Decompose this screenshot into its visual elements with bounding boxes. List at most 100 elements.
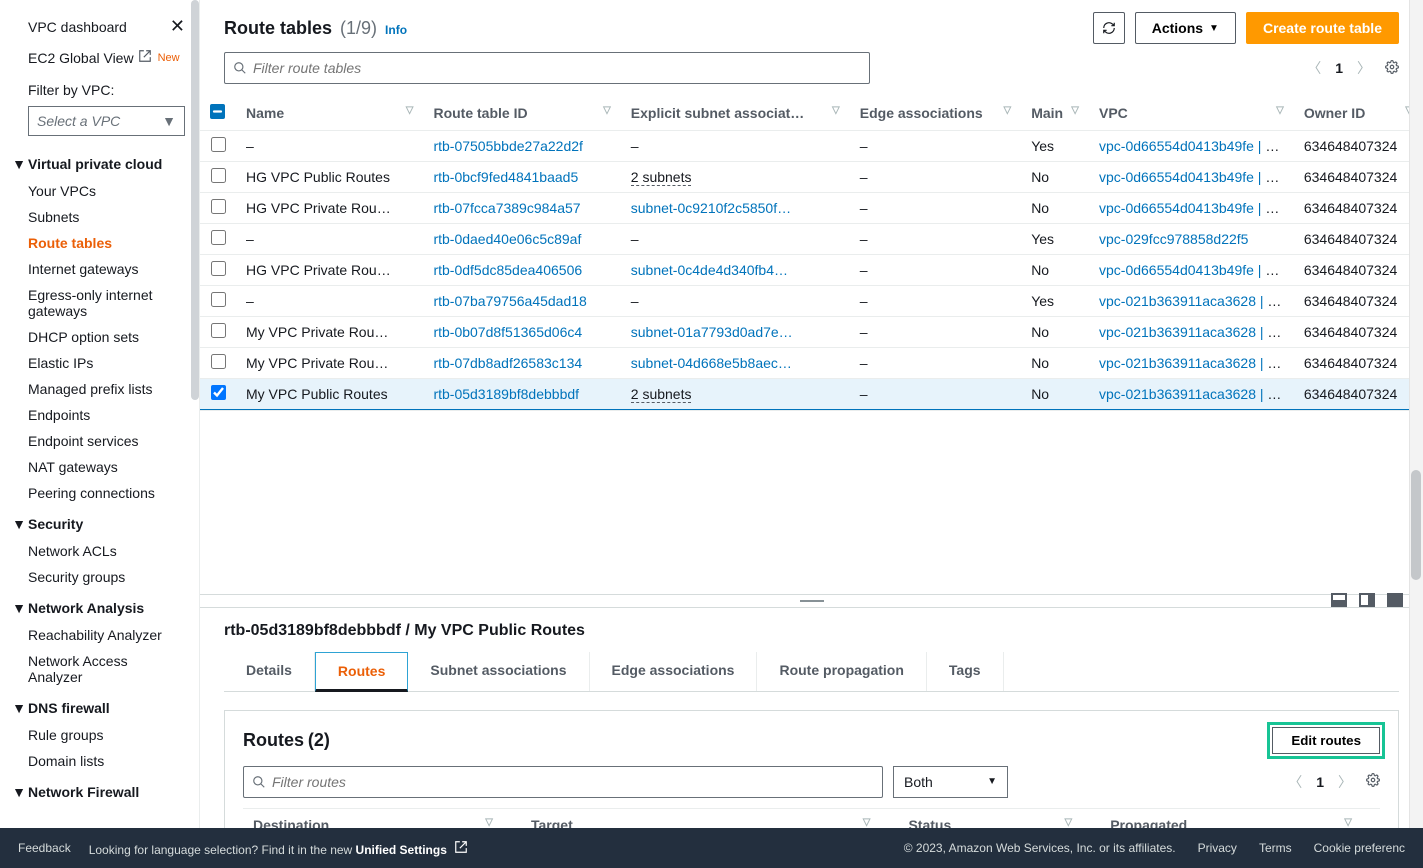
route-table-id-link[interactable]: rtb-07505bbde27a22d2f [433, 138, 582, 154]
table-row[interactable]: HG VPC Private Rou…rtb-07fcca7389c984a57… [200, 193, 1423, 224]
route-table-id-link[interactable]: rtb-07ba79756a45dad18 [433, 293, 586, 309]
nav-item[interactable]: Managed prefix lists [0, 376, 199, 402]
filter-input[interactable] [253, 60, 861, 76]
vpc-link[interactable]: vpc-0d66554d0413b49fe | HG… [1099, 200, 1294, 216]
column-header[interactable]: VPC▽ [1089, 96, 1294, 131]
nav-item[interactable]: Endpoint services [0, 428, 199, 454]
nav-item[interactable]: Route tables [0, 230, 199, 256]
terms-link[interactable]: Terms [1259, 841, 1292, 855]
table-row[interactable]: –rtb-07ba79756a45dad18––Yesvpc-021b36391… [200, 286, 1423, 317]
vpc-link[interactable]: vpc-0d66554d0413b49fe | HG… [1099, 262, 1294, 278]
vpc-link[interactable]: vpc-021b363911aca3628 | My… [1099, 293, 1294, 309]
row-checkbox[interactable] [211, 385, 226, 400]
nav-item[interactable]: NAT gateways [0, 454, 199, 480]
subnet-link[interactable]: 2 subnets [631, 386, 692, 403]
vpc-select[interactable]: Select a VPC ▼ [28, 106, 185, 136]
pane-splitter[interactable] [200, 594, 1423, 608]
unified-settings-link[interactable]: Unified Settings [356, 843, 447, 857]
nav-item[interactable]: Security groups [0, 564, 199, 590]
routes-settings-button[interactable] [1366, 773, 1380, 790]
route-table-id-link[interactable]: rtb-07db8adf26583c134 [433, 355, 582, 371]
refresh-button[interactable] [1093, 12, 1125, 44]
edit-routes-button[interactable]: Edit routes [1272, 727, 1380, 754]
subnet-id-link[interactable]: subnet-04d668e5b8aec… [631, 355, 792, 371]
route-table-id-link[interactable]: rtb-0bcf9fed4841baad5 [433, 169, 578, 185]
nav-item[interactable]: Endpoints [0, 402, 199, 428]
feedback-link[interactable]: Feedback [18, 841, 71, 855]
row-checkbox[interactable] [211, 230, 226, 245]
prev-page-button[interactable]: 〈 [1307, 58, 1321, 78]
main-scrollbar-thumb[interactable] [1411, 470, 1421, 580]
nav-item[interactable]: Network ACLs [0, 538, 199, 564]
vpc-link[interactable]: vpc-029fcc978858d22f5 [1099, 231, 1248, 247]
route-table-id-link[interactable]: rtb-0b07d8f51365d06c4 [433, 324, 582, 340]
actions-button[interactable]: Actions ▼ [1135, 12, 1236, 44]
nav-group-header[interactable]: ▼Network Analysis [0, 590, 199, 622]
close-icon[interactable]: ✕ [170, 16, 185, 37]
nav-item[interactable]: Reachability Analyzer [0, 622, 199, 648]
vpc-link[interactable]: vpc-021b363911aca3628 | My… [1099, 386, 1294, 402]
next-page-button[interactable]: 〉 [1357, 58, 1371, 78]
main-scrollbar-track[interactable] [1409, 0, 1423, 828]
info-link[interactable]: Info [385, 23, 407, 37]
route-table-id-link[interactable]: rtb-0df5dc85dea406506 [433, 262, 582, 278]
column-header[interactable]: Explicit subnet associat…▽ [621, 96, 850, 131]
nav-item[interactable]: DHCP option sets [0, 324, 199, 350]
route-column-header[interactable]: Propagated▽ [1100, 808, 1380, 828]
subnet-id-link[interactable]: subnet-0c9210f2c5850f… [631, 200, 791, 216]
vpc-link[interactable]: vpc-0d66554d0413b49fe | HG… [1099, 169, 1294, 185]
nav-item[interactable]: Rule groups [0, 722, 199, 748]
row-checkbox[interactable] [211, 261, 226, 276]
pane-bottom-button[interactable] [1331, 593, 1347, 607]
select-all-checkbox[interactable] [210, 104, 225, 119]
table-row[interactable]: My VPC Private Rou…rtb-07db8adf26583c134… [200, 348, 1423, 379]
row-checkbox[interactable] [211, 323, 226, 338]
route-column-header[interactable]: Target▽ [521, 808, 898, 828]
filter-route-tables-search[interactable] [224, 52, 870, 84]
privacy-link[interactable]: Privacy [1198, 841, 1237, 855]
tab-route-propagation[interactable]: Route propagation [757, 652, 926, 691]
column-header[interactable]: Edge associations▽ [850, 96, 1021, 131]
route-table-id-link[interactable]: rtb-07fcca7389c984a57 [433, 200, 580, 216]
nav-item[interactable]: Peering connections [0, 480, 199, 506]
nav-item[interactable]: Network Access Analyzer [0, 648, 199, 690]
vpc-link[interactable]: vpc-021b363911aca3628 | My… [1099, 355, 1294, 371]
nav-item[interactable]: Egress-only internet gateways [0, 282, 199, 324]
table-row[interactable]: HG VPC Public Routesrtb-0bcf9fed4841baad… [200, 162, 1423, 193]
nav-group-header[interactable]: ▼Security [0, 506, 199, 538]
route-column-header[interactable]: Status▽ [898, 808, 1100, 828]
column-header[interactable]: Name▽ [236, 96, 423, 131]
nav-group-header[interactable]: ▼Virtual private cloud [0, 146, 199, 178]
row-checkbox[interactable] [211, 168, 226, 183]
row-checkbox[interactable] [211, 292, 226, 307]
table-row[interactable]: HG VPC Private Rou…rtb-0df5dc85dea406506… [200, 255, 1423, 286]
tab-details[interactable]: Details [224, 652, 315, 691]
subnet-id-link[interactable]: subnet-0c4de4d340fb4… [631, 262, 788, 278]
nav-item[interactable]: Elastic IPs [0, 350, 199, 376]
nav-group-header[interactable]: ▼DNS firewall [0, 690, 199, 722]
filter-routes-search[interactable] [243, 766, 883, 798]
column-header[interactable]: Main▽ [1021, 96, 1089, 131]
sidebar-scrollbar[interactable] [191, 0, 199, 400]
table-row[interactable]: My VPC Public Routesrtb-05d3189bf8debbbd… [200, 379, 1423, 410]
nav-item[interactable]: Domain lists [0, 748, 199, 774]
route-table-id-link[interactable]: rtb-0daed40e06c5c89af [433, 231, 581, 247]
filter-routes-input[interactable] [272, 774, 874, 790]
subnet-id-link[interactable]: subnet-01a7793d0ad7e… [631, 324, 793, 340]
vpc-link[interactable]: vpc-021b363911aca3628 | My… [1099, 324, 1294, 340]
column-header[interactable]: Owner ID▽ [1294, 96, 1423, 131]
tab-routes[interactable]: Routes [315, 652, 408, 692]
tab-tags[interactable]: Tags [927, 652, 1004, 691]
row-checkbox[interactable] [211, 354, 226, 369]
routes-next-page[interactable]: 〉 [1338, 772, 1352, 792]
create-route-table-button[interactable]: Create route table [1246, 12, 1399, 44]
column-header[interactable]: Route table ID▽ [423, 96, 620, 131]
row-checkbox[interactable] [211, 199, 226, 214]
nav-item[interactable]: Subnets [0, 204, 199, 230]
table-row[interactable]: –rtb-07505bbde27a22d2f––Yesvpc-0d66554d0… [200, 131, 1423, 162]
table-row[interactable]: –rtb-0daed40e06c5c89af––Yesvpc-029fcc978… [200, 224, 1423, 255]
routes-filter-select[interactable]: Both ▼ [893, 766, 1008, 798]
route-column-header[interactable]: Destination▽ [243, 808, 521, 828]
row-checkbox[interactable] [211, 137, 226, 152]
subnet-link[interactable]: 2 subnets [631, 169, 692, 186]
